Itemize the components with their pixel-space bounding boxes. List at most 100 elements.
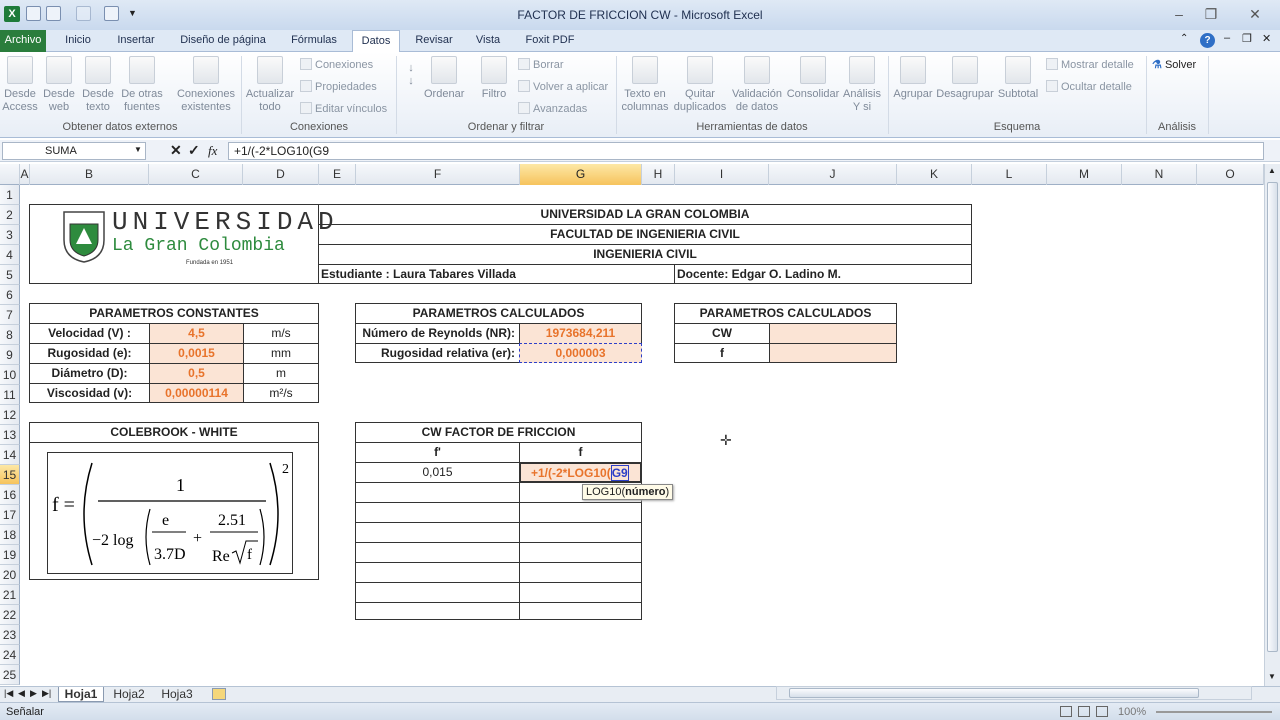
cw-empty-cell[interactable] [519,562,642,583]
cw-empty-cell[interactable] [355,522,520,543]
borrar-button[interactable]: Borrar [518,58,564,71]
calculated-label[interactable]: Número de Reynolds (NR): [355,323,520,344]
agrupar-button[interactable]: Agrupar [892,56,934,101]
constants-title[interactable]: PARAMETROS CONSTANTES [29,303,319,324]
col-header-n[interactable]: N [1122,164,1197,185]
calculated2-title[interactable]: PARAMETROS CALCULADOS [674,303,897,324]
row-header[interactable]: 21 [0,585,20,605]
university-title[interactable]: UNIVERSIDAD LA GRAN COLOMBIA [318,204,972,225]
function-tooltip[interactable]: LOG10(número) [582,484,674,500]
volver-aplicar-button[interactable]: Volver a aplicar [518,80,608,93]
sheet-nav-next-icon[interactable]: ▶ [30,688,37,699]
enter-icon[interactable]: ✓ [188,142,200,159]
cancel-icon[interactable]: ✕ [170,142,182,159]
sort-az-button[interactable]: ↓ ↓ [402,62,420,88]
subtotal-button[interactable]: Subtotal [996,56,1040,101]
row-header[interactable]: 5 [0,265,20,285]
horizontal-scrollbar[interactable] [776,686,1252,700]
row-header[interactable]: 2 [0,205,20,225]
editar-vinculos-button[interactable]: Editar vínculos [300,102,387,115]
col-header-k[interactable]: K [897,164,972,185]
teacher-cell[interactable]: Docente: Edgar O. Ladino M. [674,264,972,284]
ocultar-detalle-button[interactable]: Ocultar detalle [1046,80,1132,93]
cw-title[interactable]: CW FACTOR DE FRICCION [355,422,642,443]
avanzadas-button[interactable]: Avanzadas [518,102,587,115]
row-header[interactable]: 13 [0,425,20,445]
constant-unit[interactable]: m/s [243,323,319,344]
col-header-g[interactable]: G [520,164,642,185]
cw-empty-cell[interactable] [519,542,642,563]
active-cell-editing[interactable]: +1/(-2*LOG10(G9 [519,462,642,483]
desde-access-button[interactable]: Desde Access [2,56,38,114]
row-header[interactable]: 19 [0,545,20,565]
student-cell[interactable]: Estudiante : Laura Tabares Villada [318,264,675,284]
constant-label[interactable]: Diámetro (D): [29,363,150,384]
col-header-m[interactable]: M [1047,164,1122,185]
constant-value[interactable]: 0,00000114 [149,383,244,403]
sheet-nav-last-icon[interactable]: ▶| [42,688,51,699]
cw-empty-cell[interactable] [355,582,520,603]
fprime-cell[interactable]: 0,015 [355,462,520,483]
otras-fuentes-button[interactable]: De otras fuentes [118,56,166,114]
scroll-down-icon[interactable]: ▼ [1268,672,1276,681]
sheet-tab-hoja1[interactable]: Hoja1 [58,687,104,702]
col-header-e[interactable]: E [319,164,356,185]
zoom-level[interactable]: 100% [1118,706,1146,718]
row-header[interactable]: 16 [0,485,20,505]
desde-texto-button[interactable]: Desde texto [80,56,116,114]
mostrar-detalle-button[interactable]: Mostrar detalle [1046,58,1134,71]
cw-empty-cell[interactable] [519,582,642,603]
doc-min-icon[interactable]: – [1224,32,1230,44]
restore-button[interactable]: ❐ [1196,4,1226,24]
row-header[interactable]: 14 [0,445,20,465]
calculated-value[interactable]: 1973684,211 [519,323,642,344]
texto-columnas-button[interactable]: Texto en columnas [620,56,670,114]
cw-empty-cell[interactable] [355,502,520,523]
formula-input[interactable]: +1/(-2*LOG10(G9 [228,142,1264,160]
cw-col-f[interactable]: f [519,442,642,463]
row-header[interactable]: 10 [0,365,20,385]
calculated2-value[interactable] [769,323,897,344]
row-header[interactable]: 12 [0,405,20,425]
zoom-slider[interactable] [1156,711,1272,713]
cw-empty-cell[interactable] [519,602,642,620]
cw-empty-cell[interactable] [519,502,642,523]
minimize-ribbon-icon[interactable]: ⌃ [1180,33,1188,44]
tab-foxit[interactable]: Foxit PDF [518,30,582,52]
constant-unit[interactable]: mm [243,343,319,364]
minimize-button[interactable]: – [1164,4,1194,24]
cw-col-fprime[interactable]: f' [355,442,520,463]
calculated-label[interactable]: Rugosidad relativa (er): [355,343,520,363]
desde-web-button[interactable]: Desde web [42,56,76,114]
col-header-o[interactable]: O [1197,164,1264,185]
row-header[interactable]: 15 [0,465,20,485]
col-header-j[interactable]: J [769,164,897,185]
calculated2-value[interactable] [769,343,897,363]
col-header-b[interactable]: B [30,164,149,185]
col-header-a[interactable]: A [20,164,30,185]
tab-vista[interactable]: Vista [468,30,508,52]
sheet-nav-prev-icon[interactable]: ◀ [18,688,25,699]
row-header[interactable]: 1 [0,185,20,205]
tab-diseno[interactable]: Diseño de página [172,30,274,52]
col-header-l[interactable]: L [972,164,1047,185]
calculated2-label[interactable]: CW [674,323,770,344]
sheet-tab-hoja2[interactable]: Hoja2 [106,687,152,702]
close-button[interactable]: ✕ [1240,4,1270,24]
row-header[interactable]: 22 [0,605,20,625]
constant-label[interactable]: Rugosidad (e): [29,343,150,364]
row-header[interactable]: 18 [0,525,20,545]
constant-unit[interactable]: m²/s [243,383,319,403]
name-box[interactable]: SUMA [2,142,146,160]
tab-insertar[interactable]: Insertar [110,30,162,52]
calculated-value-referenced[interactable]: 0,000003 [519,343,642,363]
page-break-icon[interactable] [1096,706,1108,717]
cw-empty-cell[interactable] [519,522,642,543]
validacion-button[interactable]: Validación de datos [730,56,784,114]
tab-archivo[interactable]: Archivo [0,30,46,52]
constant-value[interactable]: 0,0015 [149,343,244,364]
constant-value[interactable]: 0,5 [149,363,244,384]
tab-datos[interactable]: Datos [352,30,400,53]
calculated2-label[interactable]: f [674,343,770,363]
constant-value[interactable]: 4,5 [149,323,244,344]
